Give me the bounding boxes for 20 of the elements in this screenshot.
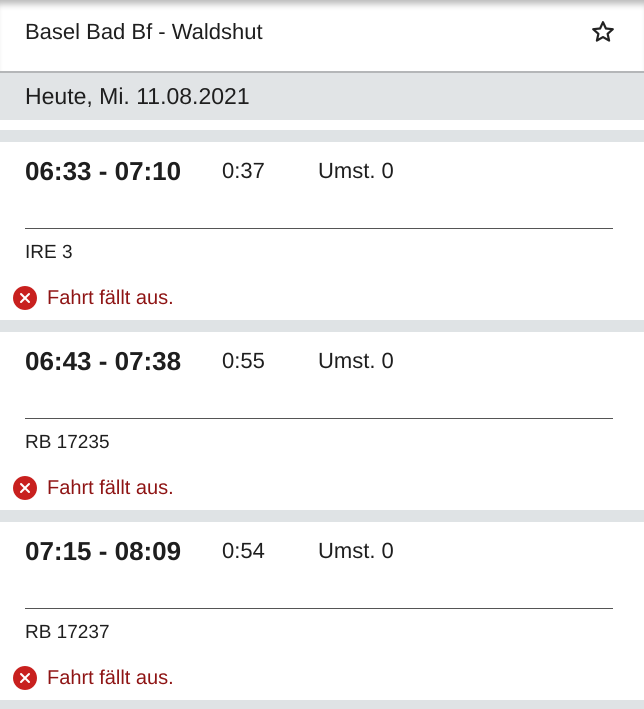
train-name: RB 17235 (25, 432, 111, 454)
connection-card[interactable]: 07:15 - 08:09 0:54 Umst. 0 RB 17237 Fahrt fällt aus. (0, 522, 644, 700)
travel-duration: 0:55 (222, 347, 266, 375)
travel-duration: 0:37 (222, 157, 266, 185)
departure-arrival-times: 06:43 - 07:38 (25, 346, 182, 376)
favorite-star-icon[interactable] (591, 20, 615, 44)
transfer-count: Umst. 0 (318, 347, 394, 375)
transfer-count: Umst. 0 (318, 157, 394, 185)
train-name: RB 17237 (25, 622, 111, 644)
train-name: IRE 3 (25, 242, 74, 264)
cancellation-notice: Fahrt fällt aus. (47, 476, 174, 500)
cancellation-notice: Fahrt fällt aus. (47, 286, 174, 310)
cancellation-notice: Fahrt fällt aus. (47, 666, 174, 690)
connection-card[interactable]: 06:33 - 07:10 0:37 Umst. 0 IRE 3 Fahrt fällt aus. (0, 142, 644, 320)
travel-duration: 0:54 (222, 537, 266, 565)
transfer-count: Umst. 0 (318, 537, 394, 565)
connection-card[interactable]: 06:43 - 07:38 0:55 Umst. 0 RB 17235 Fahrt fällt aus. (0, 332, 644, 510)
route-title: Basel Bad Bf - Waldshut (25, 18, 263, 46)
departure-arrival-times: 07:15 - 08:09 (25, 536, 182, 566)
departure-arrival-times: 06:33 - 07:10 (25, 156, 182, 186)
